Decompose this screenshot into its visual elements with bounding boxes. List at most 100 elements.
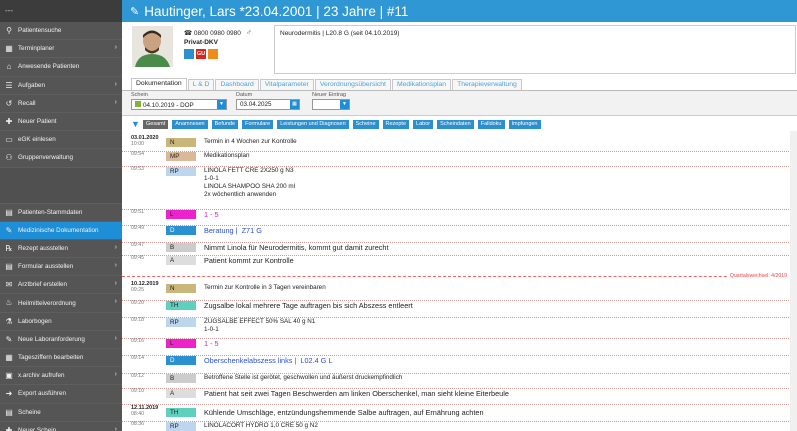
sidebar-item-label: Neue Laboranforderung xyxy=(18,335,85,343)
filter-chip-formulare[interactable]: Formulare xyxy=(242,119,274,129)
entry-datetime: 09:14 xyxy=(131,355,144,361)
sidebar-item-scheine[interactable]: ▤ Scheine xyxy=(0,403,122,422)
entry-datetime: 09:18 xyxy=(131,317,144,323)
entry-datetime: 09:12 xyxy=(131,373,144,379)
neuer-eintrag-select[interactable]: ▼ xyxy=(312,99,350,110)
documentation-entry[interactable]: 09:20 TH Zugsalbe lokal mehrere Tage auftr… xyxy=(122,300,797,317)
entry-time: 08:36 xyxy=(131,421,144,427)
filter-chip-impfungen[interactable]: Impfungen xyxy=(508,119,541,129)
documentation-entry[interactable]: 09:18 RP ZUGSALBE EFFECT 50% SAL 40 g N1 1… xyxy=(122,317,797,338)
date-divider xyxy=(122,404,797,405)
sidebar-item-heilmittelverordnung[interactable]: ♨ Heilmittelverordnung › xyxy=(0,294,122,313)
entry-datetime: 08:36 xyxy=(131,421,144,427)
chevron-down-icon[interactable]: ▼ xyxy=(217,100,226,109)
sidebar-item-label: Neuer Schein xyxy=(18,426,57,431)
tab-l-d[interactable]: L & D xyxy=(187,79,215,90)
edit-icon[interactable]: ✎ xyxy=(130,5,139,18)
sidebar-item-label: Scheine xyxy=(18,408,41,416)
sidebar-item-icon: ▭ xyxy=(5,135,13,145)
filter-chip-befunde[interactable]: Befunde xyxy=(211,119,239,129)
sidebar-item-icon: ↺ xyxy=(5,98,13,108)
entry-datetime: 09:47 xyxy=(131,242,144,248)
datum-field[interactable]: 03.04.2025 ▦ xyxy=(236,99,300,110)
patient-badge[interactable]: GU xyxy=(196,49,206,59)
documentation-entry[interactable]: 03.01.2020 10:00 N Termin in 4 Wochen zur K… xyxy=(122,135,797,151)
sidebar-item-arztbrief-erstellen[interactable]: ✉ Arztbrief erstellen › xyxy=(0,276,122,295)
tab-vitalparameter[interactable]: Vitalparameter xyxy=(259,79,314,90)
sidebar-item-neue-laboranforderung[interactable]: ✎ Neue Laboranforderung › xyxy=(0,330,122,349)
sidebar-item-label: Aufgaben xyxy=(18,81,45,89)
entry-datetime: 12.11.2019 08:40 xyxy=(131,405,158,417)
tab-bar: Dokumentation L & D Dashboard Vitalparamete… xyxy=(122,78,797,91)
neuer-eintrag-selector: Neuer Eintrag ▼ xyxy=(312,92,350,110)
filter-chip-gesamt[interactable]: Gesamt xyxy=(143,119,169,129)
documentation-entry[interactable]: 09:12 B Betroffene Stelle ist gerötet, ges… xyxy=(122,373,797,388)
sidebar-item-export-ausf-hren[interactable]: ➜ Export ausführen xyxy=(0,385,122,404)
sidebar-item-icon: ♨ xyxy=(5,298,13,308)
chevron-down-icon[interactable]: ▼ xyxy=(340,100,349,109)
documentation-entry[interactable]: 09:45 A Patient kommt zur Kontrolle xyxy=(122,255,797,270)
entry-text: Betroffene Stelle ist gerötet, geschwoll… xyxy=(204,374,403,381)
sidebar-item-label: Patienten-Stammdaten xyxy=(18,208,83,216)
sidebar-item-tagesziffern-bearbeiten[interactable]: ▦ Tagesziffern bearbeiten xyxy=(0,349,122,368)
entry-datetime: 03.01.2020 10:00 xyxy=(131,135,159,147)
chevron-right-icon: › xyxy=(114,280,117,288)
chevron-right-icon: › xyxy=(114,243,117,251)
sidebar-item-label: Tagesziffern bearbeiten xyxy=(18,354,84,362)
filter-icon[interactable]: ▼ xyxy=(131,119,140,129)
documentation-entry[interactable]: 09:51 L 1 - 5 xyxy=(122,209,797,225)
entry-time: 10:00 xyxy=(131,141,144,147)
scrollbar[interactable] xyxy=(790,131,797,431)
sidebar-item-egk-einlesen[interactable]: ▭ eGK einlesen xyxy=(0,131,122,150)
sidebar-item-x-archiv-aufrufen[interactable]: ▣ x.archiv aufrufen › xyxy=(0,367,122,386)
sidebar-item-patienten-stammdaten[interactable]: ▤ Patienten-Stammdaten xyxy=(0,203,122,222)
tab-medikationsplan[interactable]: Medikationsplan xyxy=(391,79,452,90)
documentation-entry[interactable]: 09:16 L 1 - 5 xyxy=(122,338,797,355)
sidebar-item-anwesende-patienten[interactable]: ⌂ Anwesende Patienten xyxy=(0,58,122,77)
filter-chip-scheindaten[interactable]: Scheindaten xyxy=(437,119,474,129)
entry-datetime: 09:20 xyxy=(131,300,144,306)
filter-chip-scheine[interactable]: Scheine xyxy=(352,119,379,129)
sidebar-item-medizinische-dokumentation[interactable]: ✎ Medizinische Dokumentation xyxy=(0,221,122,240)
documentation-entry[interactable]: 12.11.2019 08:40 TH Kühlende Umschläge, ent… xyxy=(122,405,797,421)
documentation-entry[interactable]: 09:14 D Oberschenkelabszess links | L02.4 … xyxy=(122,355,797,373)
filter-chip-rezepte[interactable]: Rezepte xyxy=(382,119,410,129)
documentation-entry[interactable]: 09:53 RP LINOLA FETT CRE 2X250 g N3 1-0-1 … xyxy=(122,166,797,209)
documentation-entry[interactable]: 09:10 A Patient hat seit zwei Tagen Beschw… xyxy=(122,388,797,405)
sidebar-item-neuer-patient[interactable]: ✚ Neuer Patient xyxy=(0,112,122,132)
sidebar-item-recall[interactable]: ↺ Recall › xyxy=(0,94,122,113)
documentation-entry[interactable]: 09:49 D Beratung | Z71 G xyxy=(122,225,797,242)
sidebar-item-patientensuche[interactable]: ⚲ Patientensuche xyxy=(0,22,122,41)
entry-time: 09:53 xyxy=(131,166,144,172)
tab-therapieverwaltung[interactable]: Therapieverwaltung xyxy=(452,79,522,90)
filter-chip-anamnesen[interactable]: Anamnesen xyxy=(172,119,208,129)
patient-badge[interactable] xyxy=(184,49,194,59)
schein-selector: Schein 04.10.2019 - DOP ▼ xyxy=(131,92,227,110)
schein-label: Schein xyxy=(131,92,148,98)
documentation-entry[interactable]: 10.12.2019 09:25 N Termin zur Kontrolle in … xyxy=(122,281,797,300)
documentation-entry[interactable]: 09:54 MP Medikationsplan xyxy=(122,151,797,166)
patient-badges: GU xyxy=(184,49,241,59)
tab-dokumentation[interactable]: Dokumentation xyxy=(131,78,187,90)
sidebar-item-icon: ⚗ xyxy=(5,316,13,326)
sidebar-item-neuer-schein[interactable]: ✚ Neuer Schein › xyxy=(0,421,122,431)
entry-datetime: 09:53 xyxy=(131,166,144,172)
sidebar-item-rezept-ausstellen[interactable]: ℞ Rezept ausstellen › xyxy=(0,239,122,259)
schein-select[interactable]: 04.10.2019 - DOP ▼ xyxy=(131,99,227,110)
calendar-icon[interactable]: ▦ xyxy=(290,100,299,109)
sidebar-item-terminplaner[interactable]: ▦ Terminplaner › xyxy=(0,40,122,59)
filter-chip-falldoku[interactable]: Falldoku xyxy=(477,119,505,129)
tab-dashboard[interactable]: Dashboard xyxy=(215,79,259,90)
filter-chip-labor[interactable]: Labor xyxy=(413,119,434,129)
diagnosis-text: Neurodermitis | L20.8 G (seit 04.10.2019… xyxy=(280,30,400,37)
filter-chip-leistungen-und-diagnosen[interactable]: Leistungen und Diagnosen xyxy=(277,119,349,129)
sidebar-item-aufgaben[interactable]: ☰ Aufgaben › xyxy=(0,76,122,95)
tab-verordnungs-bersicht[interactable]: Verordnungsübersicht xyxy=(314,79,391,90)
sidebar-item-laborbogen[interactable]: ⚗ Laborbogen xyxy=(0,312,122,331)
sidebar-item-gruppenverwaltung[interactable]: ⚇ Gruppenverwaltung xyxy=(0,149,122,168)
documentation-entry[interactable]: 08:36 RP LINOLACORT HYDRO 1,0 CRE 50 g N2 xyxy=(122,421,797,431)
patient-badge[interactable] xyxy=(208,49,218,59)
patient-photo[interactable] xyxy=(132,26,173,67)
documentation-entry[interactable]: 09:47 B Nimmt Linola für Neurodermitis, ko… xyxy=(122,242,797,255)
sidebar-item-formular-ausstellen[interactable]: ▤ Formular ausstellen › xyxy=(0,258,122,277)
